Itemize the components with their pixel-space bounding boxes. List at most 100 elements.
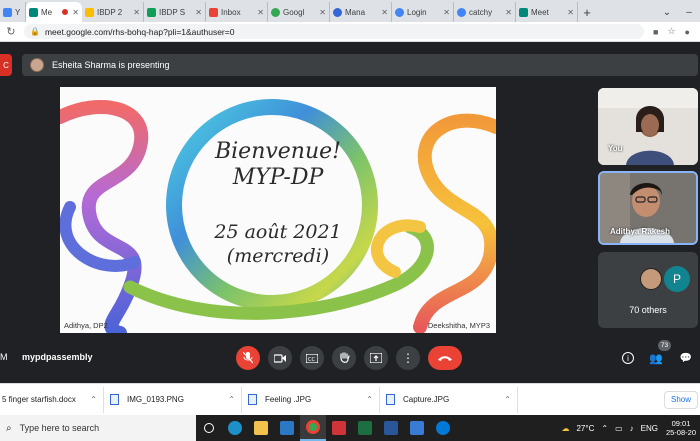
minimize-icon[interactable]: – xyxy=(678,7,700,18)
speaker-tile-label: Adithya Rakesh xyxy=(610,227,671,236)
image-file-icon xyxy=(110,394,119,405)
app-icon xyxy=(332,421,346,435)
people-icon: 👥 xyxy=(649,352,663,365)
close-icon[interactable]: ✕ xyxy=(257,8,264,17)
browser-tab[interactable]: Mana ✕ xyxy=(330,2,392,22)
clock-time: 09:01 xyxy=(671,419,691,428)
taskbar-app-excel[interactable] xyxy=(352,415,378,441)
window-controls: ⌄ – xyxy=(656,2,700,22)
chevron-up-icon[interactable]: ⌃ xyxy=(228,395,235,404)
folder-icon xyxy=(254,421,268,435)
close-icon[interactable]: ✕ xyxy=(381,8,388,17)
taskbar-app-red[interactable] xyxy=(326,415,352,441)
close-icon[interactable]: ✕ xyxy=(567,8,574,17)
chevron-up-icon[interactable]: ⌃ xyxy=(366,395,373,404)
download-item[interactable]: 5 finger starfish.docx ⌃ xyxy=(0,386,104,413)
google-search-favicon-icon xyxy=(457,7,466,17)
browser-tab[interactable]: Meet ✕ xyxy=(516,2,578,22)
taskbar-search-box[interactable]: ⌕ Type here to search xyxy=(0,415,196,441)
presenting-text: Esheita Sharma is presenting xyxy=(52,60,170,70)
browser-tab[interactable]: catchy ✕ xyxy=(454,2,516,22)
mic-off-icon xyxy=(243,352,253,364)
camera-icon xyxy=(274,353,286,363)
download-item[interactable]: IMG_0193.PNG ⌃ xyxy=(104,386,242,413)
edge-icon xyxy=(228,421,242,435)
chat-button[interactable]: 💬 xyxy=(676,348,696,368)
browser-tab[interactable]: Googl ✕ xyxy=(268,2,330,22)
hang-up-icon xyxy=(438,355,452,361)
browser-tab[interactable]: Inbox ✕ xyxy=(206,2,268,22)
drive-favicon-icon xyxy=(85,7,94,17)
word-icon xyxy=(384,421,398,435)
weather-temp[interactable]: 27°C xyxy=(576,424,594,433)
volume-icon[interactable]: ♪ xyxy=(630,424,634,433)
profile-icon[interactable]: ● xyxy=(685,27,690,37)
url-omnibox[interactable]: 🔒 meet.google.com/rhs-bohq-hap?pli=1&aut… xyxy=(24,24,644,39)
others-tile[interactable]: P 70 others xyxy=(598,252,698,328)
more-vert-icon: ⋮ xyxy=(402,351,414,365)
taskbar-app-store[interactable] xyxy=(274,415,300,441)
new-tab-button[interactable]: + xyxy=(578,2,596,22)
slide-footer-left: Adithya, DP2 xyxy=(64,321,108,330)
meet-favicon-icon xyxy=(519,7,528,17)
browser-tab[interactable]: IBDP S ✕ xyxy=(144,2,206,22)
browser-tab[interactable]: IBDP 2 ✕ xyxy=(82,2,144,22)
photos-icon xyxy=(410,421,424,435)
browser-tab[interactable]: Login ✕ xyxy=(392,2,454,22)
download-item[interactable]: Feeling .JPG ⌃ xyxy=(242,386,380,413)
close-icon[interactable]: ✕ xyxy=(133,8,140,17)
slide-title-line2: MYP-DP xyxy=(232,165,324,190)
download-item[interactable]: Capture.JPG ⌃ xyxy=(380,386,518,413)
excel-icon xyxy=(358,421,372,435)
star-icon[interactable]: ☆ xyxy=(667,26,675,37)
participants-button[interactable]: 👥 xyxy=(646,348,666,368)
store-icon xyxy=(280,421,294,435)
leave-call-button[interactable] xyxy=(428,346,462,370)
taskbar-app-explorer[interactable] xyxy=(248,415,274,441)
speaker-video-tile[interactable]: Adithya Rakesh xyxy=(598,171,698,245)
captions-button[interactable]: CC xyxy=(300,346,324,370)
meeting-details-button[interactable]: i xyxy=(618,348,638,368)
taskbar-app-word[interactable] xyxy=(378,415,404,441)
taskbar-app-help[interactable] xyxy=(430,415,456,441)
language-indicator[interactable]: ENG xyxy=(641,424,658,433)
close-icon[interactable]: ✕ xyxy=(72,8,79,17)
download-filename: 5 finger starfish.docx xyxy=(2,395,76,404)
taskbar-clock[interactable]: 09:01 25-08-20 xyxy=(666,419,696,437)
svg-text:CC: CC xyxy=(308,357,315,363)
reload-icon[interactable]: ↻ xyxy=(4,25,18,38)
meet-left-chip[interactable]: C xyxy=(0,54,12,76)
close-icon[interactable]: ✕ xyxy=(319,8,326,17)
meeting-time-fragment: M xyxy=(0,352,8,362)
taskbar-app-photos[interactable] xyxy=(404,415,430,441)
taskbar-app-edge[interactable] xyxy=(222,415,248,441)
close-icon[interactable]: ✕ xyxy=(443,8,450,17)
chevron-up-icon[interactable]: ⌃ xyxy=(504,395,511,404)
help-icon xyxy=(436,421,450,435)
mic-off-button[interactable] xyxy=(236,346,260,370)
task-view-button[interactable] xyxy=(196,415,222,441)
meet-favicon-icon xyxy=(29,7,38,17)
camera-button[interactable] xyxy=(268,346,292,370)
network-icon[interactable]: ▭ xyxy=(615,424,623,433)
windows-taskbar: ⌕ Type here to search ☁ 27°C ⌃ ▭ ♪ ENG 0… xyxy=(0,415,700,441)
close-icon[interactable]: ✕ xyxy=(195,8,202,17)
self-video-tile[interactable]: You xyxy=(598,88,698,165)
browser-tab-active[interactable]: Me ✕ xyxy=(26,2,82,22)
lock-icon[interactable]: 🔒 xyxy=(30,27,40,36)
show-all-downloads-button[interactable]: Show xyxy=(663,390,698,409)
raise-hand-button[interactable] xyxy=(332,346,356,370)
slide-footer-right: Deekshitha, MYP3 xyxy=(427,321,490,330)
slide-date: 25 août 2021 xyxy=(214,221,342,243)
browser-tab[interactable]: Y xyxy=(0,2,26,22)
taskbar-app-chrome[interactable] xyxy=(300,415,326,441)
chevron-up-icon[interactable]: ⌃ xyxy=(90,395,97,404)
weather-icon[interactable]: ☁ xyxy=(561,424,569,433)
tab-search-icon[interactable]: ⌄ xyxy=(656,7,678,18)
chevron-up-icon[interactable]: ⌃ xyxy=(601,424,608,433)
camera-indicator-icon[interactable]: ■ xyxy=(653,27,658,37)
close-icon[interactable]: ✕ xyxy=(505,8,512,17)
more-options-button[interactable]: ⋮ xyxy=(396,346,420,370)
other-participant-initial: P xyxy=(664,266,690,292)
present-button[interactable] xyxy=(364,346,388,370)
